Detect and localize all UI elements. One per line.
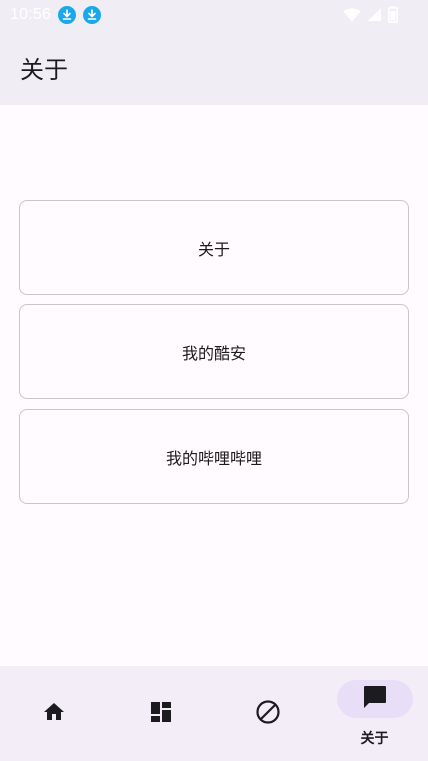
chat-icon [362,684,388,714]
my-coolapk-button[interactable]: 我的酷安 [19,304,409,399]
my-bilibili-button[interactable]: 我的哔哩哔哩 [19,409,409,504]
nav-item-about[interactable]: 关于 [321,666,428,761]
status-time: 10:56 [10,6,52,23]
download-icon [58,6,77,24]
nav-label-about: 关于 [360,731,389,747]
screen: 10:56 关于 关于 我的酷安 我的哔哩哔哩 关于 [0,0,428,761]
battery-icon [388,6,398,27]
dashboard-icon [147,698,175,726]
nav-item-dashboard[interactable] [107,666,214,761]
status-bar: 10:56 [0,0,428,30]
cell-signal-icon [367,7,382,26]
page-title: 关于 [20,56,68,84]
about-button[interactable]: 关于 [19,200,409,295]
block-icon [254,698,282,726]
top-app-bar: 关于 [0,30,428,105]
about-button-label: 关于 [197,239,230,259]
wifi-icon [343,7,361,27]
my-bilibili-button-label: 我的哔哩哔哩 [165,448,262,468]
my-coolapk-button-label: 我的酷安 [181,343,246,363]
download-icon [83,6,102,24]
home-icon [40,698,68,726]
content-area: 关于 我的酷安 我的哔哩哔哩 [0,105,428,666]
active-indicator [336,680,413,718]
bottom-navigation: 关于 [0,666,428,761]
nav-item-home[interactable] [0,666,107,761]
status-indicators [343,6,398,27]
nav-item-block[interactable] [214,666,321,761]
